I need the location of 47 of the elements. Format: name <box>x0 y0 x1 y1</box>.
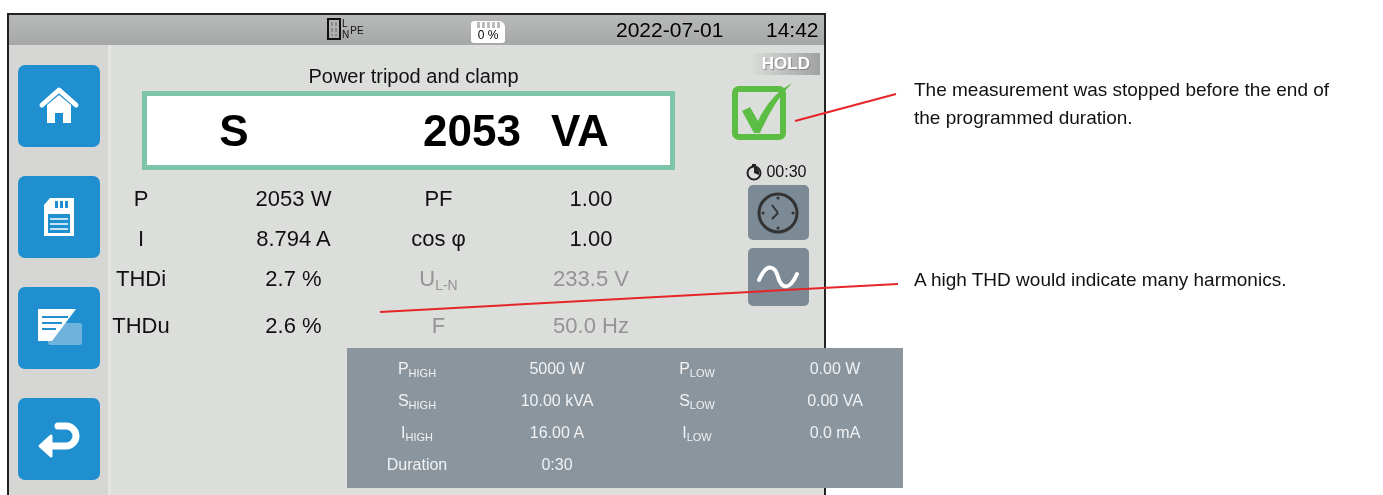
reading-unit: VA <box>550 105 609 156</box>
screen-title: Power tripod and clamp <box>308 65 519 89</box>
measurement-label: cos φ <box>410 225 467 253</box>
measurement-value: 2.6 % <box>264 312 323 340</box>
limit-label: S$_{HIGH}$ <box>396 391 438 413</box>
limit-value: 0.0 mA <box>808 423 862 443</box>
limit-value: 16.00 A <box>528 423 586 443</box>
measurement-value: 233.5 V <box>552 265 630 293</box>
limit-value: 0.00 W <box>808 359 862 379</box>
reading-symbol: S <box>218 105 250 156</box>
measurement-label: THDi <box>114 265 168 293</box>
limit-value: 5000 W <box>528 359 586 379</box>
limit-value: 0.00 VA <box>806 391 864 411</box>
measurement-label: F <box>430 312 447 340</box>
limit-value: 0:30 <box>540 455 574 475</box>
date: 2022-07-01 <box>616 18 724 42</box>
measurement-label: PF <box>423 185 454 213</box>
reading-value: 2053 <box>423 105 521 156</box>
annotation: A high THD would indicate many harmonics. <box>914 268 1288 292</box>
measurement-value: 1.00 <box>568 225 614 253</box>
stopwatch-icon <box>745 163 764 181</box>
time: 14:42 <box>766 18 819 42</box>
duration-button[interactable] <box>747 185 809 240</box>
home-button[interactable] <box>17 65 100 147</box>
measurement-label: U$_{L-N}$ <box>418 265 459 295</box>
measurement-value: 1.00 <box>568 185 614 213</box>
storage-indicator: 0 % <box>471 21 505 43</box>
limit-label: Duration <box>385 455 449 475</box>
measurement-value: 50.0 Hz <box>552 312 630 340</box>
records-button[interactable] <box>17 287 100 369</box>
measurement-value: 8.794 A <box>255 225 332 253</box>
measurement-value: 2.7 % <box>264 265 323 293</box>
limit-label: P$_{LOW}$ <box>678 359 716 381</box>
limit-label: I$_{LOW}$ <box>681 423 713 445</box>
measurement-label: P <box>132 185 150 213</box>
back-button[interactable] <box>17 398 100 480</box>
measurement-value: 2053 W <box>254 185 333 213</box>
limit-value: 10.00 kVA <box>519 391 595 411</box>
waveform-button[interactable] <box>747 248 809 306</box>
memory-card-button[interactable] <box>17 176 100 258</box>
limit-label: S$_{LOW}$ <box>678 391 716 413</box>
limit-label: P$_{HIGH}$ <box>396 359 438 381</box>
annotation: The measurement was stopped before the end of the programmed duration. <box>914 78 1331 130</box>
measurement-label: I <box>136 225 146 253</box>
timer-text: 00:30 <box>766 163 807 181</box>
measurement-label: THDu <box>111 312 171 340</box>
limit-label: I$_{HIGH}$ <box>400 423 434 445</box>
